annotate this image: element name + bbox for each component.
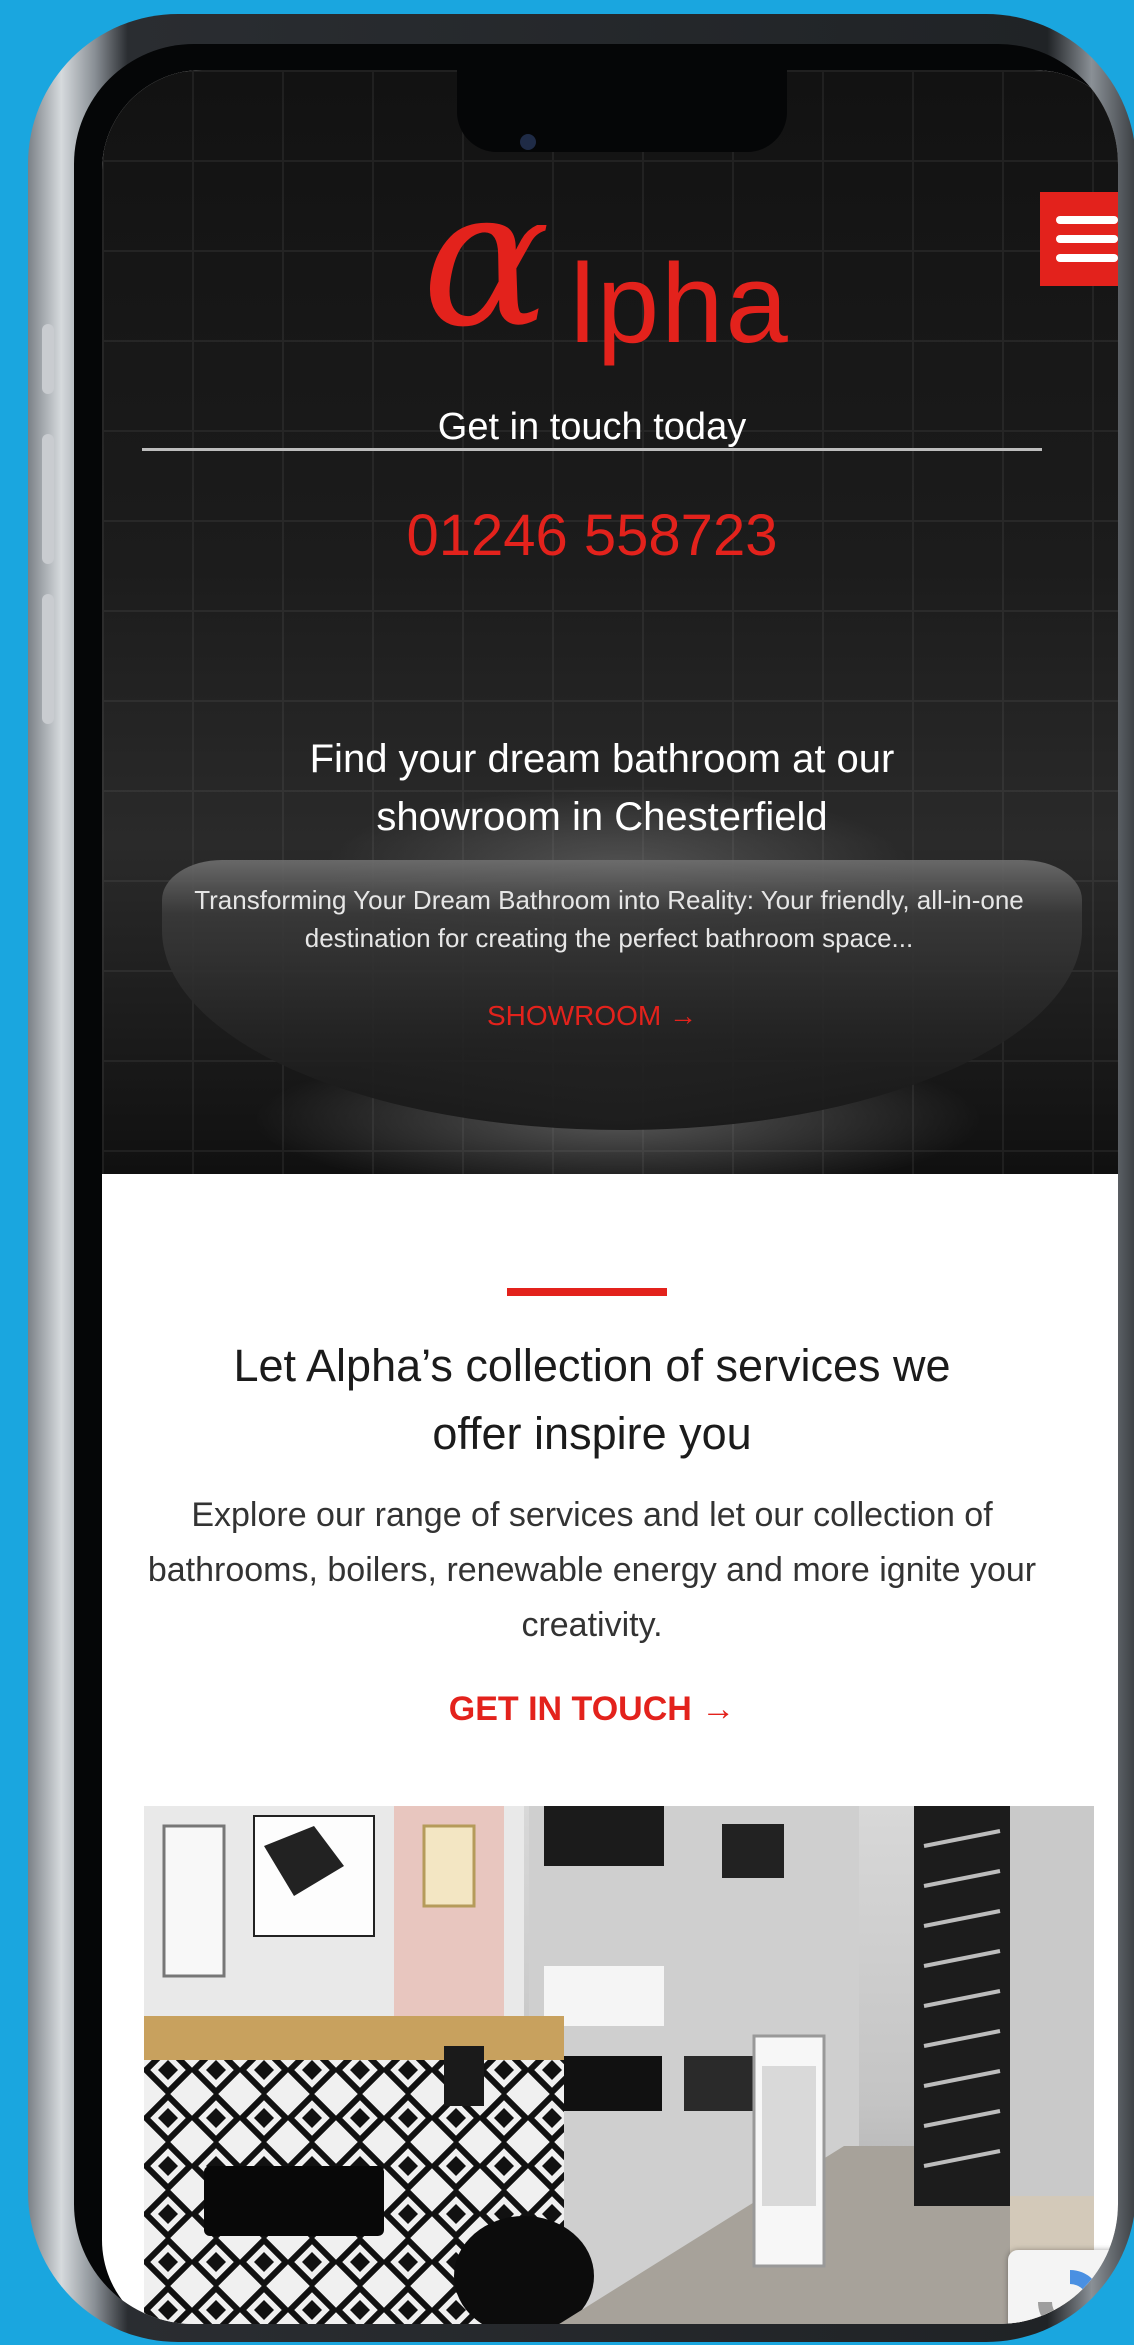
phone-volume-down-button: [42, 594, 54, 724]
showroom-photo: [144, 1806, 1094, 2324]
phone-number-link[interactable]: 01246 558723: [142, 502, 1042, 569]
phone-screen: α lpha Get in touch today 01246 558723 F…: [102, 70, 1118, 2324]
logo-alpha-symbol: α: [422, 148, 551, 369]
phone-notch: [457, 70, 787, 152]
contact-label: Get in touch today: [437, 406, 747, 448]
alpha-logo[interactable]: α lpha: [422, 164, 822, 378]
phone-frame: α lpha Get in touch today 01246 558723 F…: [28, 14, 1134, 2342]
showroom-illustration: [144, 1806, 1094, 2324]
phone-volume-up-button: [42, 434, 54, 564]
showroom-link[interactable]: SHOWROOM →: [142, 1000, 1042, 1032]
get-in-touch-link[interactable]: GET IN TOUCH →: [142, 1690, 1042, 1729]
logo-text: lpha: [570, 241, 790, 366]
front-camera: [520, 134, 536, 150]
phone-side-button: [42, 324, 54, 394]
hero-title: Find your dream bathroom at our showroom…: [309, 737, 895, 839]
contact-divider: [142, 448, 1042, 451]
section-accent-bar: [507, 1288, 667, 1296]
hero-section: α lpha Get in touch today 01246 558723 F…: [102, 70, 1118, 1174]
recaptcha-icon: [1038, 2270, 1102, 2324]
hamburger-menu-icon[interactable]: [1040, 192, 1118, 286]
services-title: Let Alpha’s collection of services we of…: [233, 1340, 951, 1459]
hero-description: Transforming Your Dream Bathroom into Re…: [194, 885, 1024, 953]
phone-bezel: α lpha Get in touch today 01246 558723 F…: [74, 44, 1118, 2324]
recaptcha-badge[interactable]: [1008, 2250, 1118, 2324]
services-description: Explore our range of services and let ou…: [147, 1496, 1037, 1645]
